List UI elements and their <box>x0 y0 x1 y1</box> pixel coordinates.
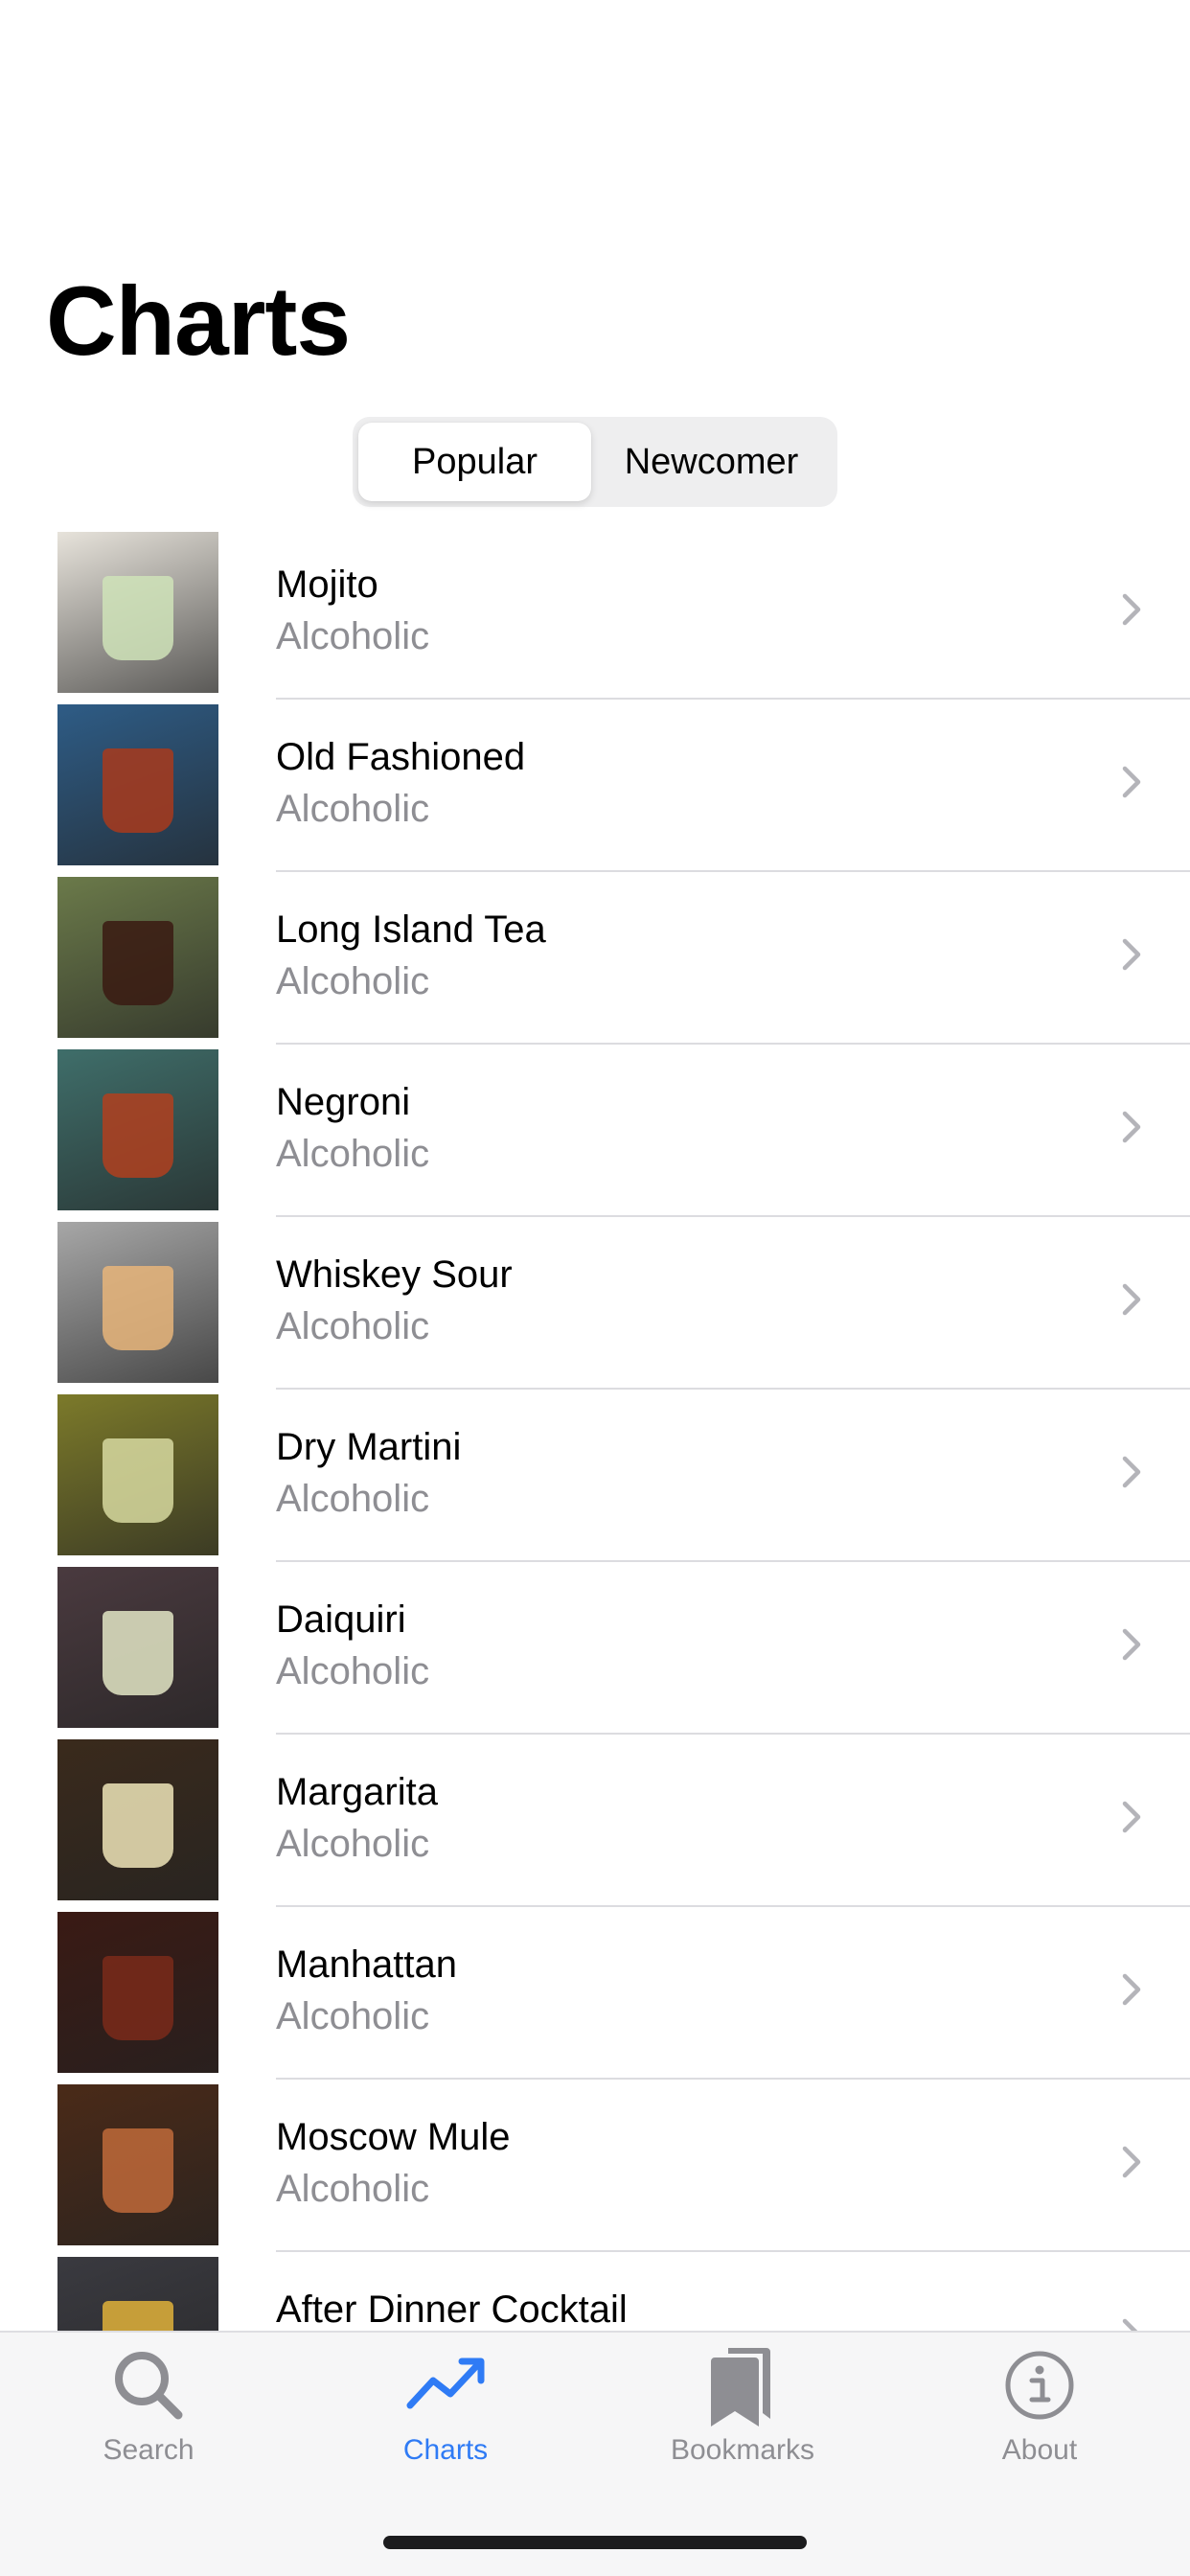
trend-icon <box>406 2358 485 2409</box>
drink-name: Mojito <box>276 564 378 606</box>
drink-category: Alcoholic <box>276 1823 430 1865</box>
glass-image <box>103 1093 173 1178</box>
drink-thumbnail <box>57 1394 218 1555</box>
drink-row[interactable]: Daiquiri Alcoholic <box>0 1562 1190 1735</box>
drink-name: Manhattan <box>276 1944 458 1986</box>
drink-name: Dry Martini <box>276 1426 462 1468</box>
drink-name: Daiquiri <box>276 1598 406 1641</box>
segmented-control: Popular Newcomer <box>353 417 837 507</box>
tab-bookmarks-label: Bookmarks <box>670 2434 815 2466</box>
glass-image <box>103 921 173 1005</box>
drink-thumbnail <box>57 1567 218 1728</box>
tab-search[interactable]: Search <box>0 2342 297 2486</box>
home-indicator <box>383 2536 807 2549</box>
drink-name: Negroni <box>276 1081 411 1123</box>
drink-category: Alcoholic <box>276 788 430 830</box>
tab-about[interactable]: About <box>891 2342 1188 2486</box>
drink-row[interactable]: Negroni Alcoholic <box>0 1045 1190 1217</box>
drink-row[interactable]: Dry Martini Alcoholic <box>0 1390 1190 1562</box>
drink-name: Margarita <box>276 1771 438 1813</box>
search-icon <box>115 2352 183 2420</box>
page-title: Charts <box>46 266 351 376</box>
drink-row[interactable]: Margarita Alcoholic <box>0 1735 1190 1907</box>
drink-name: After Dinner Cocktail <box>276 2288 628 2331</box>
glass-image <box>103 1611 173 1695</box>
drink-name: Long Island Tea <box>276 908 546 951</box>
chevron-right-icon <box>1122 1801 1141 1833</box>
glass-image <box>103 1956 173 2040</box>
tab-bookmarks[interactable]: Bookmarks <box>594 2342 891 2486</box>
info-icon <box>1005 2351 1074 2420</box>
glass-image <box>103 1438 173 1523</box>
segment-popular[interactable]: Popular <box>358 423 591 501</box>
drink-thumbnail <box>57 1739 218 1900</box>
chevron-right-icon <box>1122 2146 1141 2178</box>
glass-image <box>103 1266 173 1350</box>
drink-thumbnail <box>57 1222 218 1383</box>
drink-category: Alcoholic <box>276 1478 430 1520</box>
bookmarks-icon <box>711 2348 770 2426</box>
tab-charts[interactable]: Charts <box>297 2342 594 2486</box>
drink-thumbnail <box>57 532 218 693</box>
drink-category: Alcoholic <box>276 1650 430 1692</box>
drink-list: Mojito Alcoholic Old Fashioned Alcoholic Lon… <box>0 527 1190 2425</box>
chevron-right-icon <box>1122 938 1141 971</box>
drink-thumbnail <box>57 1912 218 2073</box>
chevron-right-icon <box>1122 1973 1141 2006</box>
drink-row[interactable]: Moscow Mule Alcoholic <box>0 2080 1190 2252</box>
chevron-right-icon <box>1122 766 1141 798</box>
drink-thumbnail <box>57 2084 218 2245</box>
chevron-right-icon <box>1122 593 1141 626</box>
drink-row[interactable]: Old Fashioned Alcoholic <box>0 700 1190 872</box>
chevron-right-icon <box>1122 1283 1141 1316</box>
tab-charts-label: Charts <box>402 2434 489 2466</box>
drink-thumbnail <box>57 877 218 1038</box>
drink-row[interactable]: Manhattan Alcoholic <box>0 1907 1190 2080</box>
drink-row[interactable]: Mojito Alcoholic <box>0 527 1190 700</box>
drink-category: Alcoholic <box>276 2168 430 2210</box>
chevron-right-icon <box>1122 1456 1141 1488</box>
tab-about-label: About <box>1001 2434 1078 2466</box>
segment-newcomer[interactable]: Newcomer <box>591 423 832 501</box>
drink-thumbnail <box>57 1049 218 1210</box>
glass-image <box>103 1783 173 1868</box>
chevron-right-icon <box>1122 1628 1141 1661</box>
glass-image <box>103 2128 173 2213</box>
drink-category: Alcoholic <box>276 1305 430 1347</box>
drink-row[interactable]: Long Island Tea Alcoholic <box>0 872 1190 1045</box>
glass-image <box>103 748 173 833</box>
tab-search-label: Search <box>103 2434 195 2466</box>
drink-category: Alcoholic <box>276 615 430 657</box>
drink-name: Old Fashioned <box>276 736 526 778</box>
drink-category: Alcoholic <box>276 960 430 1002</box>
glass-image <box>103 576 173 660</box>
chevron-right-icon <box>1122 1111 1141 1143</box>
drink-name: Moscow Mule <box>276 2116 511 2158</box>
drink-row[interactable]: Whiskey Sour Alcoholic <box>0 1217 1190 1390</box>
drink-name: Whiskey Sour <box>276 1254 513 1296</box>
drink-category: Alcoholic <box>276 1133 430 1175</box>
drink-thumbnail <box>57 704 218 865</box>
drink-category: Alcoholic <box>276 1995 430 2037</box>
